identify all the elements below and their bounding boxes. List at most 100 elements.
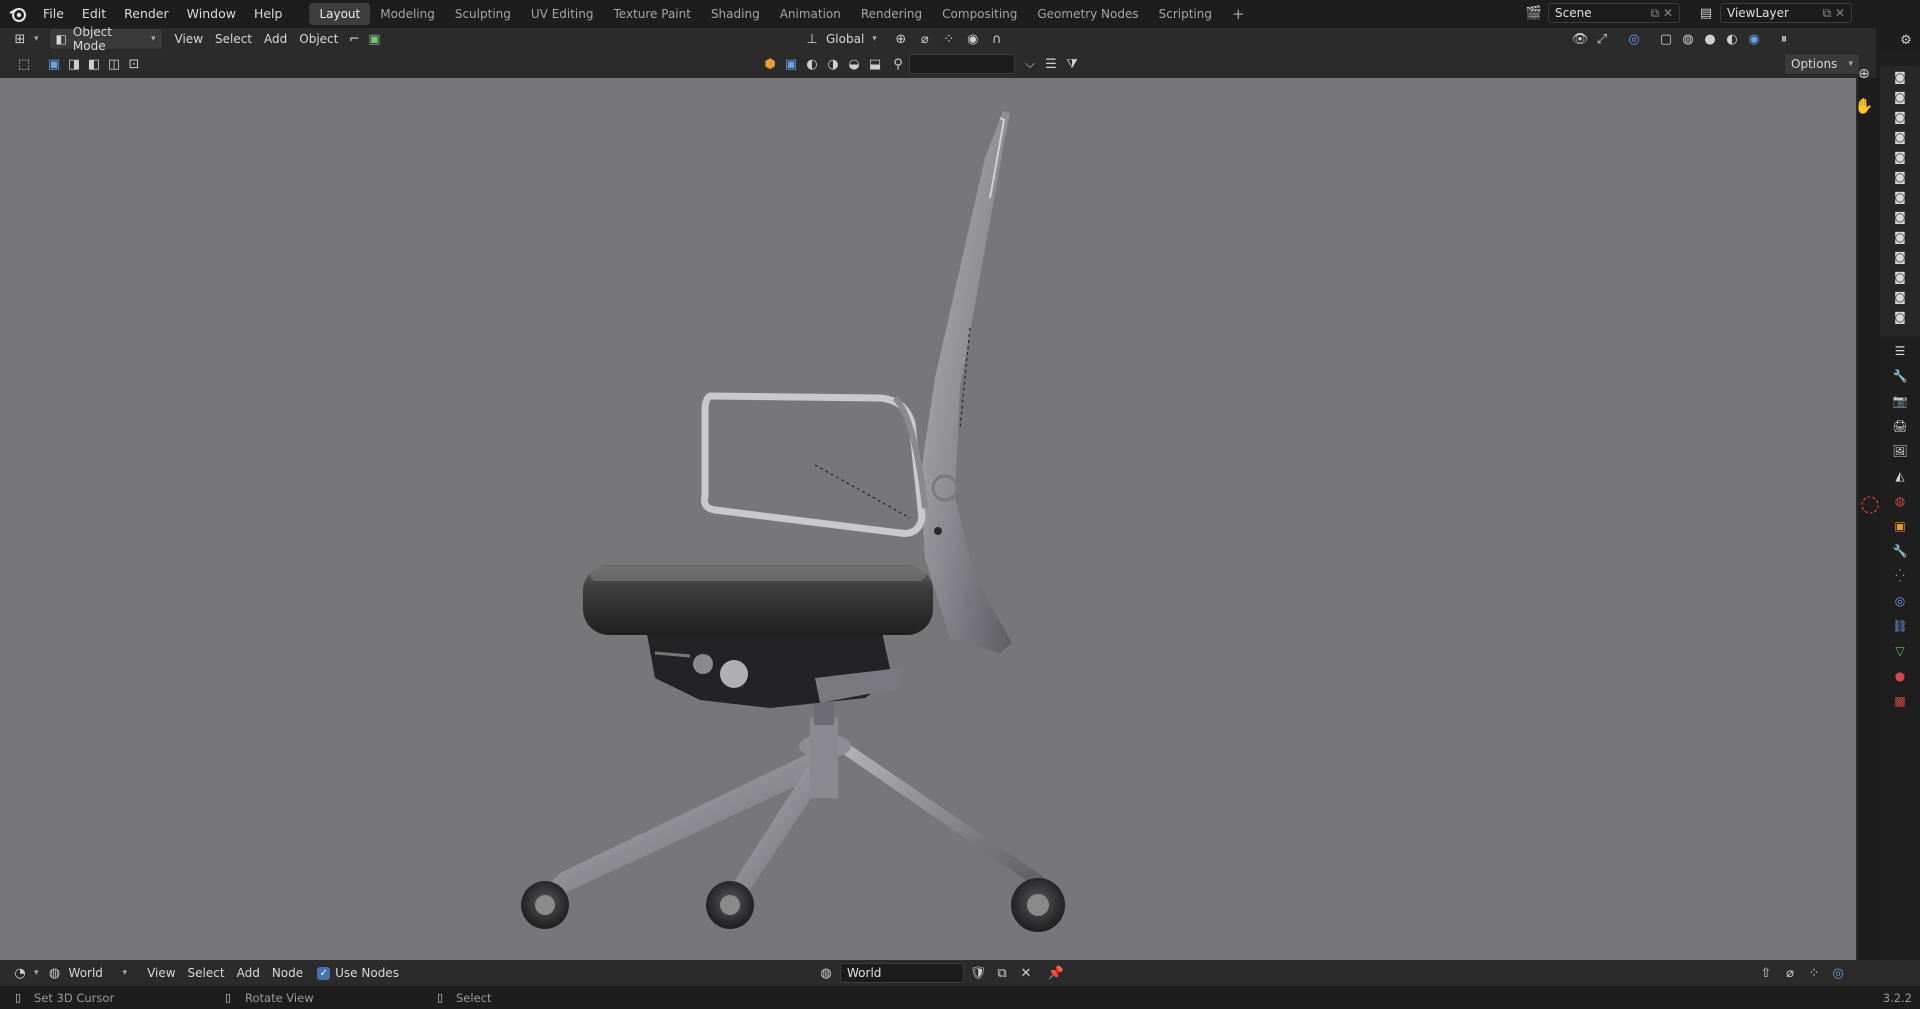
orientation-label[interactable]: Global — [826, 32, 864, 46]
editor-type-world-icon[interactable]: ◔ — [10, 963, 30, 983]
mode-dropdown[interactable]: ◧ Object Mode ▾ — [48, 25, 163, 53]
camera-visibility-icon[interactable]: ◙ — [1891, 248, 1909, 266]
select-mode-new-icon[interactable]: ▣ — [44, 54, 64, 74]
material-icon[interactable]: ● — [1891, 667, 1909, 685]
menu-add[interactable]: Add — [258, 29, 293, 49]
world-name-field[interactable]: World — [840, 963, 964, 983]
xray-icon[interactable]: ▢ — [1656, 29, 1676, 49]
falloff-icon[interactable]: ∩ — [987, 29, 1007, 49]
filter-icon[interactable]: ⧩ — [1062, 54, 1082, 74]
menu-view[interactable]: View — [169, 29, 209, 49]
tab-uv-editing[interactable]: UV Editing — [521, 3, 604, 25]
light-filter-icon[interactable]: ◑ — [823, 54, 843, 74]
editor-type-icon[interactable]: ⊞ — [10, 29, 30, 49]
camera-visibility-icon[interactable]: ◙ — [1891, 148, 1909, 166]
node-snap-icon[interactable]: ⌀ — [1780, 963, 1800, 983]
blender-logo-icon[interactable] — [8, 4, 28, 24]
camera-visibility-icon[interactable]: ◙ — [1891, 208, 1909, 226]
tab-rendering[interactable]: Rendering — [851, 3, 932, 25]
world-type-dropdown[interactable]: World — [69, 966, 119, 980]
tab-compositing[interactable]: Compositing — [932, 3, 1027, 25]
3d-viewport[interactable] — [0, 78, 1858, 960]
camera-visibility-icon[interactable]: ◙ — [1891, 168, 1909, 186]
node-overlay-icon[interactable]: ◎ — [1828, 963, 1848, 983]
object-filter-icon[interactable]: ▣ — [781, 54, 801, 74]
node-menu-select[interactable]: Select — [182, 963, 231, 983]
menu-edit[interactable]: Edit — [73, 3, 115, 25]
camera-visibility-icon[interactable]: ◙ — [1891, 228, 1909, 246]
visibility-icon[interactable]: 👁 — [1570, 29, 1590, 49]
select-mode-intersect-icon[interactable]: ⊡ — [124, 54, 144, 74]
select-tool-icon[interactable]: ⬚ — [14, 54, 34, 74]
sort-icon[interactable]: ☰ — [1041, 54, 1061, 74]
object-icon[interactable]: ▣ — [1891, 517, 1909, 535]
menu-file[interactable]: File — [34, 3, 73, 25]
world-browse-icon[interactable]: ◍ — [816, 963, 836, 983]
camera-visibility-icon[interactable]: ◙ — [1891, 108, 1909, 126]
use-nodes-checkbox[interactable]: ✓ — [317, 966, 331, 980]
add-workspace-button[interactable]: + — [1222, 3, 1255, 25]
tab-texture-paint[interactable]: Texture Paint — [604, 3, 701, 25]
particles-icon[interactable]: ⁛ — [1891, 567, 1909, 585]
solid-shading-icon[interactable]: ● — [1700, 29, 1720, 49]
texture-icon[interactable]: ▩ — [1891, 692, 1909, 710]
node-snap-grid-icon[interactable]: ⁘ — [1804, 963, 1824, 983]
camera-visibility-icon[interactable]: ◙ — [1891, 68, 1909, 86]
overlay-icon[interactable]: ◎ — [1624, 29, 1644, 49]
scene-props-icon[interactable]: ◭ — [1891, 467, 1909, 485]
snap-target-icon[interactable]: ⌐ — [344, 29, 364, 49]
color-icon[interactable]: ⬢ — [760, 54, 780, 74]
tab-sculpting[interactable]: Sculpting — [445, 3, 521, 25]
search-input[interactable] — [909, 54, 1015, 74]
fake-user-icon[interactable]: 🛡 — [968, 963, 988, 983]
select-mode-extend-icon[interactable]: ◨ — [64, 54, 84, 74]
menu-window[interactable]: Window — [178, 3, 245, 25]
view-layer-icon[interactable]: ▤ — [1696, 3, 1716, 23]
camera-filter-icon[interactable]: ◒ — [844, 54, 864, 74]
select-mode-invert-icon[interactable]: ◫ — [104, 54, 124, 74]
rendered-shading-icon[interactable]: ◉ — [1744, 29, 1764, 49]
view-layer-props-icon[interactable]: 🖼 — [1891, 442, 1909, 460]
node-menu-add[interactable]: Add — [231, 963, 266, 983]
constraints-icon[interactable]: ⛓ — [1891, 617, 1909, 635]
tool-icon[interactable]: 🔧 — [1891, 367, 1909, 385]
unlink-icon[interactable]: ✕ — [1016, 963, 1036, 983]
menu-object[interactable]: Object — [293, 29, 344, 49]
zoom-icon[interactable]: ⊕ — [1854, 64, 1874, 84]
select-mode-subtract-icon[interactable]: ◧ — [84, 54, 104, 74]
scene-icon[interactable]: 🎬 — [1524, 3, 1544, 23]
options-dropdown[interactable]: Options ▾ — [1784, 53, 1860, 75]
parent-node-tree-icon[interactable]: ⇧ — [1756, 963, 1776, 983]
menu-render[interactable]: Render — [115, 3, 178, 25]
camera-visibility-icon[interactable]: ◙ — [1891, 188, 1909, 206]
pan-hand-icon[interactable]: ✋ — [1854, 96, 1874, 116]
snapping-icon[interactable]: ⌀ — [915, 29, 935, 49]
properties-filter-icon[interactable]: ☰ — [1891, 342, 1909, 360]
gizmo-icon[interactable]: ⤢ — [1592, 29, 1612, 49]
camera-visibility-icon[interactable]: ◙ — [1891, 128, 1909, 146]
wireframe-shading-icon[interactable]: ◍ — [1678, 29, 1698, 49]
camera-visibility-icon[interactable]: ◙ — [1891, 268, 1909, 286]
render-icon[interactable]: 📷 — [1891, 392, 1909, 410]
tab-shading[interactable]: Shading — [701, 3, 770, 25]
tab-scripting[interactable]: Scripting — [1149, 3, 1222, 25]
physics-icon[interactable]: ◎ — [1891, 592, 1909, 610]
proportional-edit-icon[interactable]: ◉ — [963, 29, 983, 49]
tab-modeling[interactable]: Modeling — [370, 3, 445, 25]
tab-animation[interactable]: Animation — [770, 3, 851, 25]
output-icon[interactable]: 🖨 — [1891, 417, 1909, 435]
other-filter-icon[interactable]: ⬓ — [865, 54, 885, 74]
menu-help[interactable]: Help — [245, 3, 292, 25]
snap-icon[interactable]: ▣ — [364, 29, 384, 49]
tab-layout[interactable]: Layout — [309, 3, 371, 25]
camera-visibility-icon[interactable]: ◙ — [1891, 88, 1909, 106]
snap-grid-icon[interactable]: ⁘ — [939, 29, 959, 49]
modifier-icon[interactable]: 🔧 — [1891, 542, 1909, 560]
node-menu-view[interactable]: View — [141, 963, 181, 983]
material-shading-icon[interactable]: ◐ — [1722, 29, 1742, 49]
pivot-icon[interactable]: ⊕ — [891, 29, 911, 49]
data-icon[interactable]: ▽ — [1891, 642, 1909, 660]
duplicate-icon[interactable]: ⧉ — [992, 963, 1012, 983]
viewport-divider[interactable] — [1856, 78, 1858, 960]
mesh-filter-icon[interactable]: ◐ — [802, 54, 822, 74]
